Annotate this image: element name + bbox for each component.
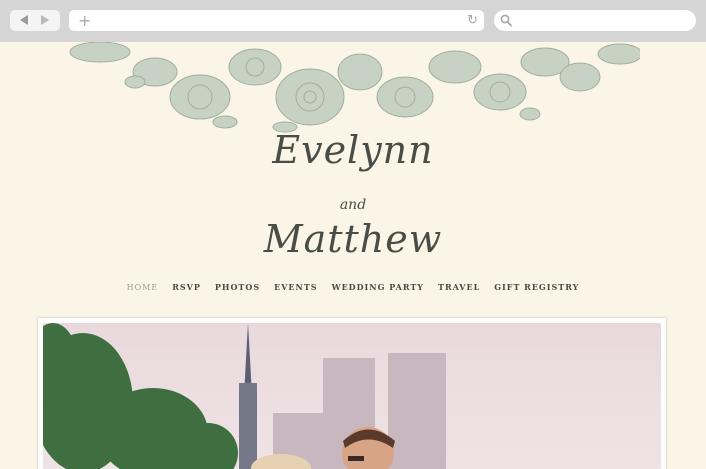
forward-arrow-icon[interactable] <box>41 15 49 25</box>
search-bar[interactable] <box>494 10 696 31</box>
couple-name-second: Matthew <box>263 217 443 261</box>
back-arrow-icon[interactable] <box>20 15 28 25</box>
couple-name-first: Evelynn <box>272 128 434 172</box>
hero-photo-frame <box>38 318 666 469</box>
history-buttons <box>10 10 60 31</box>
nav-photos[interactable]: PHOTOS <box>215 282 260 292</box>
nav-travel[interactable]: TRAVEL <box>438 282 480 292</box>
browser-toolbar: + ↻ <box>0 0 706 42</box>
couple-name-and: and <box>339 197 367 213</box>
nav-events[interactable]: EVENTS <box>274 282 317 292</box>
reload-icon[interactable]: ↻ <box>467 12 478 29</box>
address-bar[interactable]: + ↻ <box>69 10 484 31</box>
nav-home[interactable]: HOME <box>127 283 159 292</box>
nav-wedding-party[interactable]: WEDDING PARTY <box>332 282 424 292</box>
floral-header-illustration <box>69 42 640 133</box>
couple-photo <box>43 323 661 469</box>
couple-photo-illustration <box>43 323 446 469</box>
wedding-page: Evelynn and Matthew HOME RSVP PHOTOS EVENTS… <box>0 42 706 469</box>
plus-icon[interactable]: + <box>78 11 91 30</box>
main-navigation: HOME RSVP PHOTOS EVENTS WEDDING PARTY TRAVEL G… <box>0 282 706 292</box>
magnifier-icon <box>500 14 512 27</box>
nav-gift-registry[interactable]: GIFT REGISTRY <box>494 282 579 292</box>
nav-rsvp[interactable]: RSVP <box>172 282 201 292</box>
